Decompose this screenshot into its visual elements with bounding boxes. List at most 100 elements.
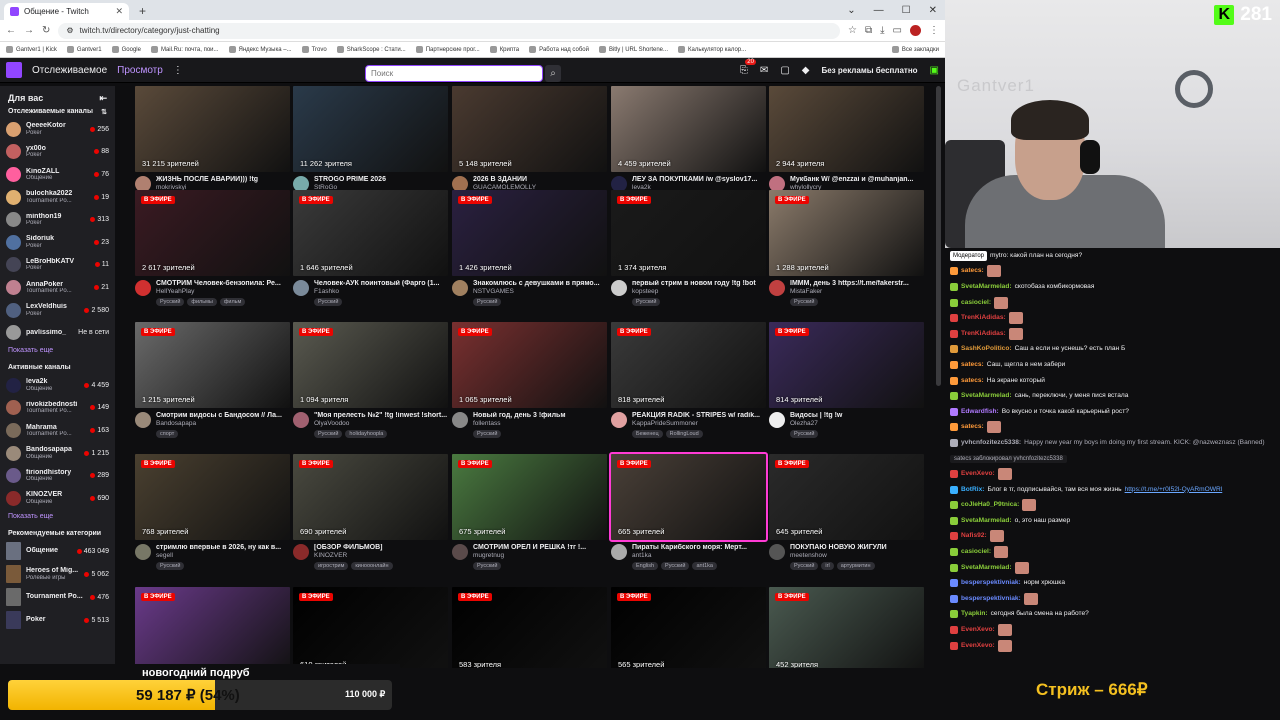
stream-thumbnail[interactable]: В ЭФИРЕ 1 426 зрителей [452, 190, 607, 276]
stream-card[interactable]: В ЭФИРЕ 645 зрителей ПОКУПАЮ НОВУЮ ЖИГУЛИ m… [769, 454, 924, 570]
stream-thumbnail[interactable]: В ЭФИРЕ 645 зрителей [769, 454, 924, 540]
sidebar-channel-item[interactable]: KinoZALL Общение 76 [0, 163, 115, 186]
bookmark-item[interactable]: Mail.Ru: почта, пои... [150, 46, 219, 53]
chat-username[interactable]: satecs: [961, 377, 984, 385]
channel-avatar[interactable] [452, 280, 468, 296]
sidebar-category-item[interactable]: Tournament Po... 476 [0, 586, 115, 609]
bookmark-item[interactable]: Google [111, 46, 141, 53]
stream-thumbnail[interactable]: В ЭФИРЕ 583 зрителя [452, 587, 607, 668]
bookmark-item[interactable]: Gantver1 [66, 46, 102, 53]
stream-thumbnail[interactable]: В ЭФИРЕ 690 зрителей [293, 454, 448, 540]
chat-link[interactable]: https://t.me/+r0I52l-QyARmOWRl [1125, 486, 1223, 494]
tag-pill[interactable]: фильм [219, 298, 246, 306]
bookmark-item[interactable]: Партнерские прог... [415, 46, 480, 53]
stream-thumbnail[interactable]: В ЭФИРЕ 1 065 зрителей [452, 322, 607, 408]
channel-name[interactable]: Bandosapapa [156, 420, 290, 427]
sidebar-channel-item[interactable]: pavlissimo_ Не в сети [0, 321, 115, 344]
channel-avatar[interactable] [611, 544, 627, 560]
channel-name[interactable]: KINOZVER [314, 552, 448, 559]
channel-name[interactable]: OlyaVoodoo [314, 420, 448, 427]
sidebar-channel-item[interactable]: Bandosapapa Общение 1 215 [0, 442, 115, 465]
show-more-link-2[interactable]: Показать еще [0, 510, 115, 524]
chat-username[interactable]: Edwardfish: [961, 408, 999, 416]
stream-thumbnail[interactable]: В ЭФИРЕ [135, 587, 290, 668]
stream-thumbnail[interactable]: В ЭФИРЕ 675 зрителей [452, 454, 607, 540]
chat-username[interactable]: besperspektivniak: [961, 595, 1021, 603]
sidebar-channel-item[interactable]: QeeeeKotor Poker 256 [0, 118, 115, 141]
tag-pill[interactable]: кинооонлайн [351, 562, 393, 570]
chat-username[interactable]: satecs: [961, 423, 984, 431]
stream-thumbnail[interactable]: 4 459 зрителей [611, 86, 766, 172]
tab-twitch[interactable]: Общение - Twitch ✕ [4, 3, 129, 20]
stream-card[interactable]: В ЭФИРЕ 1 288 зрителей IMMM, день 3 https:… [769, 190, 924, 306]
channel-avatar[interactable] [452, 412, 468, 428]
stream-title[interactable]: [ОБЗОР ФИЛЬМОВ] [314, 544, 448, 551]
stream-card[interactable]: В ЭФИРЕ 814 зрителей Видосы | !tg !w Olezha… [769, 322, 924, 438]
nav-following[interactable]: Отслеживаемое [32, 65, 107, 76]
stream-card[interactable]: В ЭФИРЕ 768 зрителей стримлю впервые в 202… [135, 454, 290, 570]
stream-card[interactable]: 31 215 зрителей ЖИЗНЬ ПОСЛЕ АВАРИИ))) !tg… [135, 86, 290, 202]
mail-icon[interactable]: ✉ [760, 65, 768, 76]
chat-username[interactable]: TrenKiAdidas: [961, 314, 1006, 322]
stream-thumbnail[interactable]: В ЭФИРЕ 818 зрителей [611, 322, 766, 408]
tag-pill[interactable]: Русский [473, 562, 502, 570]
channel-name[interactable]: segell [156, 552, 290, 559]
stream-card[interactable]: В ЭФИРЕ 818 зрителей РЕАКЦИЯ RADIK - STRIP… [611, 322, 766, 438]
stream-title[interactable]: СМОТРИМ Человек-бензопила: Ре... [156, 280, 290, 287]
stream-thumbnail[interactable]: В ЭФИРЕ 665 зрителей [609, 452, 768, 542]
search-icon[interactable]: ⌕ [545, 65, 561, 82]
profile-avatar[interactable] [910, 25, 921, 36]
stream-title[interactable]: STROGO PRIME 2026 [314, 176, 448, 183]
sort-icon[interactable]: ⇅ [101, 108, 107, 116]
bookmark-item[interactable]: Trovo [301, 46, 327, 53]
stream-card[interactable]: 4 459 зрителей ЛЕУ ЗА ПОКУПКАМИ /w @syslo… [611, 86, 766, 202]
sidebar-channel-item[interactable]: yx00o Poker 88 [0, 141, 115, 164]
all-bookmarks[interactable]: Все закладки [891, 46, 939, 53]
channel-avatar[interactable] [135, 412, 151, 428]
sidebar-channel-item[interactable]: KINOZVER Общение 690 [0, 487, 115, 510]
stream-title[interactable]: РЕАКЦИЯ RADIK - STRIPES w/ radik... [632, 412, 766, 419]
tag-pill[interactable]: Беженец [632, 430, 663, 438]
chat-username[interactable]: satecs: [961, 267, 984, 275]
minimize-icon[interactable]: — [874, 5, 884, 16]
chat-username[interactable]: TrenKiAdidas: [961, 330, 1006, 338]
channel-name[interactable]: meetenshow [790, 552, 924, 559]
channel-name[interactable]: KappaPrideSummoner [632, 420, 766, 427]
stream-card[interactable]: В ЭФИРЕ 1 094 зрителя "Моя прелесть №2" !t… [293, 322, 448, 438]
sidebar-category-item[interactable]: Общение 463 049 [0, 540, 115, 563]
stream-card[interactable]: 2 944 зрителя Мукбанк W/ @enzzai и @muhan… [769, 86, 924, 202]
sidebar-channel-item[interactable]: Sidoriuk Poker 23 [0, 231, 115, 254]
tag-pill[interactable]: ant1ka [692, 562, 717, 570]
sidepanel-icon[interactable]: ▭ [893, 25, 902, 36]
sidebar-channel-item[interactable]: firiondhistory Общение 289 [0, 464, 115, 487]
stream-thumbnail[interactable]: В ЭФИРЕ610 зрителей [293, 587, 448, 668]
stream-thumbnail[interactable]: В ЭФИРЕ 565 зрителей [611, 587, 766, 668]
channel-avatar[interactable] [769, 412, 785, 428]
channel-avatar[interactable] [769, 280, 785, 296]
sidebar-channel-item[interactable]: Mahrama Tournament Po... 163 [0, 419, 115, 442]
stream-card[interactable]: В ЭФИРЕ 1 065 зрителей Новый год, день 3 !… [452, 322, 607, 438]
new-tab-button[interactable]: + [139, 4, 146, 18]
stream-thumbnail[interactable]: В ЭФИРЕ 1 646 зрителей [293, 190, 448, 276]
channel-avatar[interactable] [452, 544, 468, 560]
stream-card[interactable]: 5 148 зрителей 2026 В ЗДАНИИ GUACAMOLEMOLL… [452, 86, 607, 202]
stream-card[interactable]: В ЭФИРЕ 1 646 зрителей Человек-АУК поинтов… [293, 190, 448, 306]
forward-icon[interactable]: → [24, 25, 34, 36]
bookmark-item[interactable]: Яндекс Музыка –... [228, 46, 292, 53]
channel-name[interactable]: Olezha27 [790, 420, 924, 427]
twitch-logo-icon[interactable] [6, 62, 22, 78]
sidebar-channel-item[interactable]: leva2k Общение 4 459 [0, 374, 115, 397]
tag-pill[interactable]: Русский [314, 298, 343, 306]
stream-title[interactable]: 2026 В ЗДАНИИ [473, 176, 607, 183]
inbox-icon[interactable]: ⎘ 20 [740, 58, 756, 76]
chat-username[interactable]: SvetaMarmelad: [961, 517, 1012, 525]
sidebar-channel-item[interactable]: rivokizbednosti Tournament Po... 149 [0, 397, 115, 420]
chat-username[interactable]: satecs: [961, 361, 984, 369]
tag-pill[interactable]: Русский [473, 298, 502, 306]
channel-name[interactable]: follentass [473, 420, 607, 427]
stream-thumbnail[interactable]: 31 215 зрителей [135, 86, 290, 172]
nav-browse[interactable]: Просмотр [117, 65, 163, 76]
chat-username[interactable]: EvenXevo: [961, 642, 995, 650]
stream-thumbnail[interactable]: В ЭФИРЕ 2 617 зрителей [135, 190, 290, 276]
sidebar-channel-item[interactable]: bulochka2022 Tournament Po... 19 [0, 186, 115, 209]
